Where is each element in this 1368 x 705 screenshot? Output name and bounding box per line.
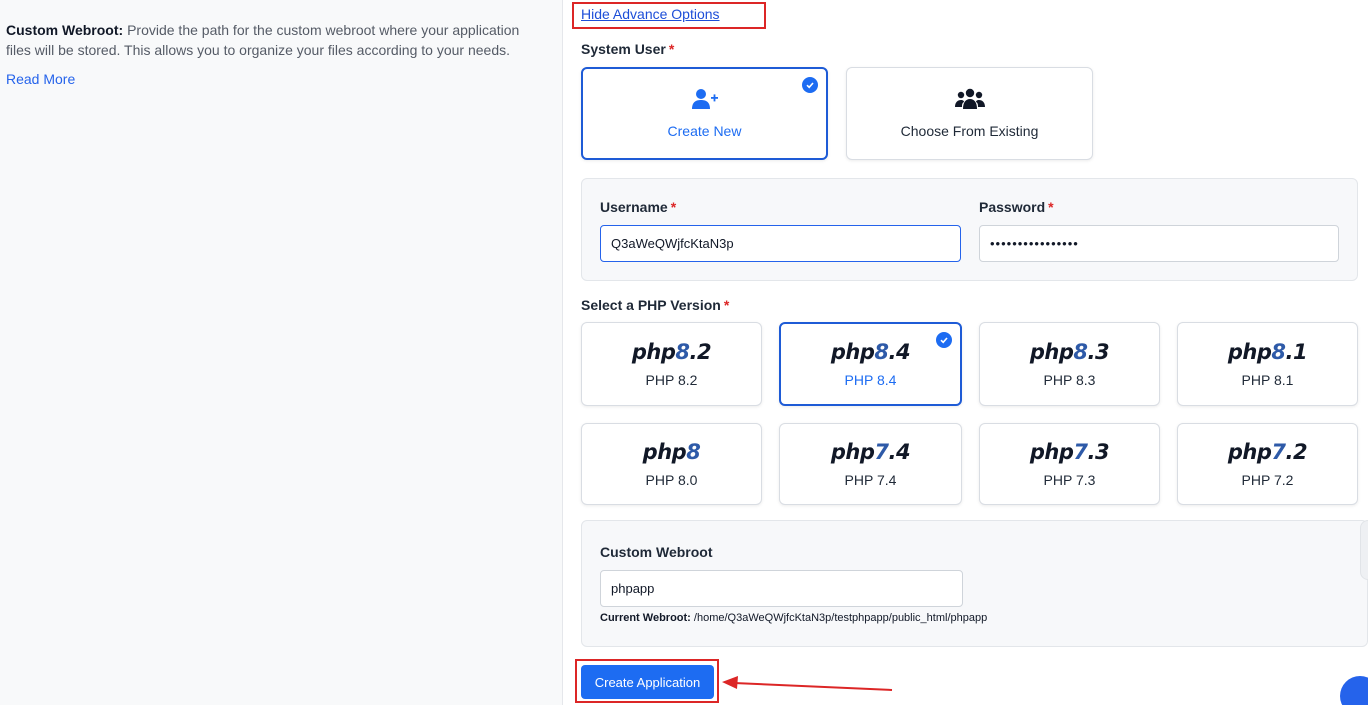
username-label: Username * <box>600 199 677 215</box>
php-8-1-card[interactable]: php8.1 PHP 8.1 <box>1177 322 1358 406</box>
php-version-text: PHP 8.2 <box>645 372 698 388</box>
annotation-arrow-icon <box>722 676 893 691</box>
php-logo: php8 <box>642 440 701 464</box>
choose-existing-label: Choose From Existing <box>900 123 1039 139</box>
php-7-4-card[interactable]: php7.4 PHP 7.4 <box>779 423 962 505</box>
users-icon <box>954 88 985 115</box>
webroot-input[interactable] <box>600 570 963 607</box>
php-version-text: PHP 7.2 <box>1241 472 1294 488</box>
php-version-text: PHP 8.3 <box>1043 372 1096 388</box>
php-8-4-card[interactable]: php8.4 PHP 8.4 <box>779 322 962 406</box>
php-version-text: PHP 7.3 <box>1043 472 1096 488</box>
php-logo: php7.3 <box>1029 440 1110 464</box>
annotation-box-advance <box>572 2 766 29</box>
help-panel: Custom Webroot: Provide the path for the… <box>0 0 563 705</box>
php-version-label: Select a PHP Version * <box>581 297 730 313</box>
check-icon <box>802 77 818 93</box>
annotation-box-create <box>575 659 719 703</box>
create-new-user-card[interactable]: Create New <box>581 67 828 160</box>
php-logo: php7.2 <box>1227 440 1308 464</box>
create-new-label: Create New <box>667 123 742 139</box>
php-8-0-card[interactable]: php8 PHP 8.0 <box>581 423 762 505</box>
php-7-3-card[interactable]: php7.3 PHP 7.3 <box>979 423 1160 505</box>
php-logo: php7.4 <box>830 440 911 464</box>
php-logo: php8.1 <box>1227 340 1308 364</box>
password-input[interactable] <box>979 225 1339 262</box>
current-webroot-text: Current Webroot: /home/Q3aWeQWjfcKtaN3p/… <box>600 612 988 624</box>
system-user-label: System User * <box>581 41 675 57</box>
user-plus-icon <box>691 88 719 115</box>
php-8-2-card[interactable]: php8.2 PHP 8.2 <box>581 322 762 406</box>
php-logo: php8.2 <box>631 340 712 364</box>
php-8-3-card[interactable]: php8.3 PHP 8.3 <box>979 322 1160 406</box>
help-title: Custom Webroot: <box>6 22 124 38</box>
check-icon <box>936 332 952 348</box>
php-7-2-card[interactable]: php7.2 PHP 7.2 <box>1177 423 1358 505</box>
php-logo: php8.3 <box>1029 340 1110 364</box>
php-version-text: PHP 8.1 <box>1241 372 1294 388</box>
php-logo: php8.4 <box>830 340 911 364</box>
chat-widget-button[interactable] <box>1340 676 1368 705</box>
php-version-text: PHP 7.4 <box>844 472 897 488</box>
custom-webroot-label: Custom Webroot <box>600 544 713 560</box>
php-version-text: PHP 8.4 <box>844 372 897 388</box>
php-version-text: PHP 8.0 <box>645 472 698 488</box>
webroot-help-text: Custom Webroot: Provide the path for the… <box>6 20 546 60</box>
password-label: Password * <box>979 199 1054 215</box>
username-input[interactable] <box>600 225 961 262</box>
side-tab-handle[interactable] <box>1360 520 1368 580</box>
choose-existing-user-card[interactable]: Choose From Existing <box>846 67 1093 160</box>
read-more-link[interactable]: Read More <box>6 71 75 87</box>
